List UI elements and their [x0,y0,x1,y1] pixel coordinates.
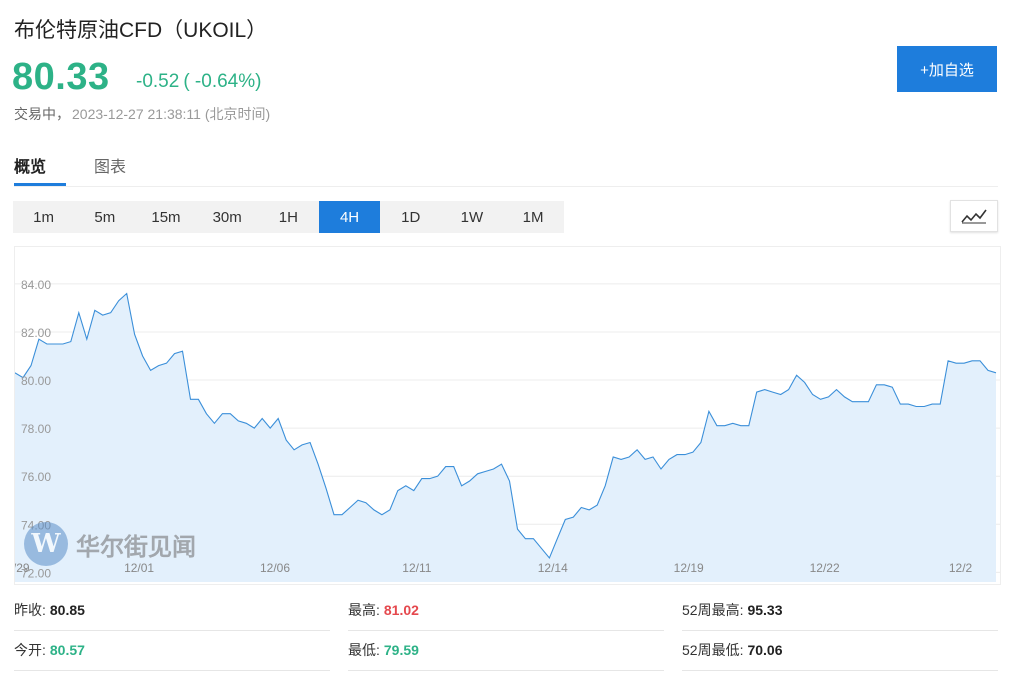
stat-value: 95.33 [747,602,783,618]
stat-label: 52周最高: [682,602,744,618]
x-tick-label: 12/11 [402,561,431,575]
x-tick-label: 12/06 [260,561,290,575]
instrument-title: 布伦特原油CFD（UKOIL） [14,19,268,42]
x-tick-label: 12/14 [538,561,568,575]
tab-chart[interactable]: 图表 [94,153,126,177]
stat-52w-low: 52周最低: 70.06 [682,630,998,671]
watermark-text: 华尔街见闻 [76,531,196,561]
period-15m[interactable]: 15m [135,201,196,233]
y-tick-label: 78.00 [21,422,51,436]
trading-status: 交易中， 2023-12-27 21:38:11 (北京时间) [14,104,270,124]
price-change-percent: ( -0.64%) [183,71,262,92]
wallstreetcn-logo-icon: W [24,522,68,566]
stat-value: 81.02 [383,602,419,618]
current-price: 80.33 [12,56,110,98]
price-change-value: -0.52 [136,71,180,92]
stat-label: 昨收: [14,602,46,618]
period-1w[interactable]: 1W [441,201,502,233]
period-1d[interactable]: 1D [380,201,441,233]
period-1h[interactable]: 1H [258,201,319,233]
y-tick-label: 76.00 [21,470,51,484]
stat-value: 79.59 [383,642,419,658]
period-1m[interactable]: 1m [13,201,74,233]
stat-high: 最高: 81.02 [348,590,664,631]
add-to-watchlist-button[interactable]: +加自选 [897,46,997,92]
period-selector: 1m 5m 15m 30m 1H 4H 1D 1W 1M [13,201,564,233]
stat-52w-high: 52周最高: 95.33 [682,590,998,631]
stat-label: 52周最低: [682,642,744,658]
x-tick-label: 12/22 [810,561,840,575]
quote-timestamp: 2023-12-27 21:38:11 (北京时间) [72,106,271,122]
x-tick-label: 12/19 [674,561,704,575]
watermark: W 华尔街见闻 [24,522,196,566]
y-tick-label: 82.00 [21,326,51,340]
period-1mo[interactable]: 1M [503,201,564,233]
stat-value: 80.85 [49,602,85,618]
tabs-divider [14,186,998,187]
period-4h[interactable]: 4H [318,201,381,233]
stat-label: 今开: [14,642,46,658]
stat-label: 最高: [348,602,380,618]
period-30m[interactable]: 30m [197,201,258,233]
stat-low: 最低: 79.59 [348,630,664,671]
price-change: -0.52( -0.64%) [136,71,265,93]
stat-value: 80.57 [49,642,85,658]
y-tick-label: 80.00 [21,374,51,388]
trading-status-label: 交易中， [14,106,70,122]
tab-overview[interactable]: 概览 [14,153,46,177]
chart-type-button[interactable] [950,200,998,232]
y-tick-label: 84.00 [21,278,51,292]
period-5m[interactable]: 5m [74,201,135,233]
stat-prev-close: 昨收: 80.85 [14,590,330,631]
stat-value: 70.06 [747,642,783,658]
stat-label: 最低: [348,642,380,658]
x-tick-label: 12/2 [949,561,973,575]
stat-open: 今开: 80.57 [14,630,330,671]
line-chart-icon [961,209,987,224]
